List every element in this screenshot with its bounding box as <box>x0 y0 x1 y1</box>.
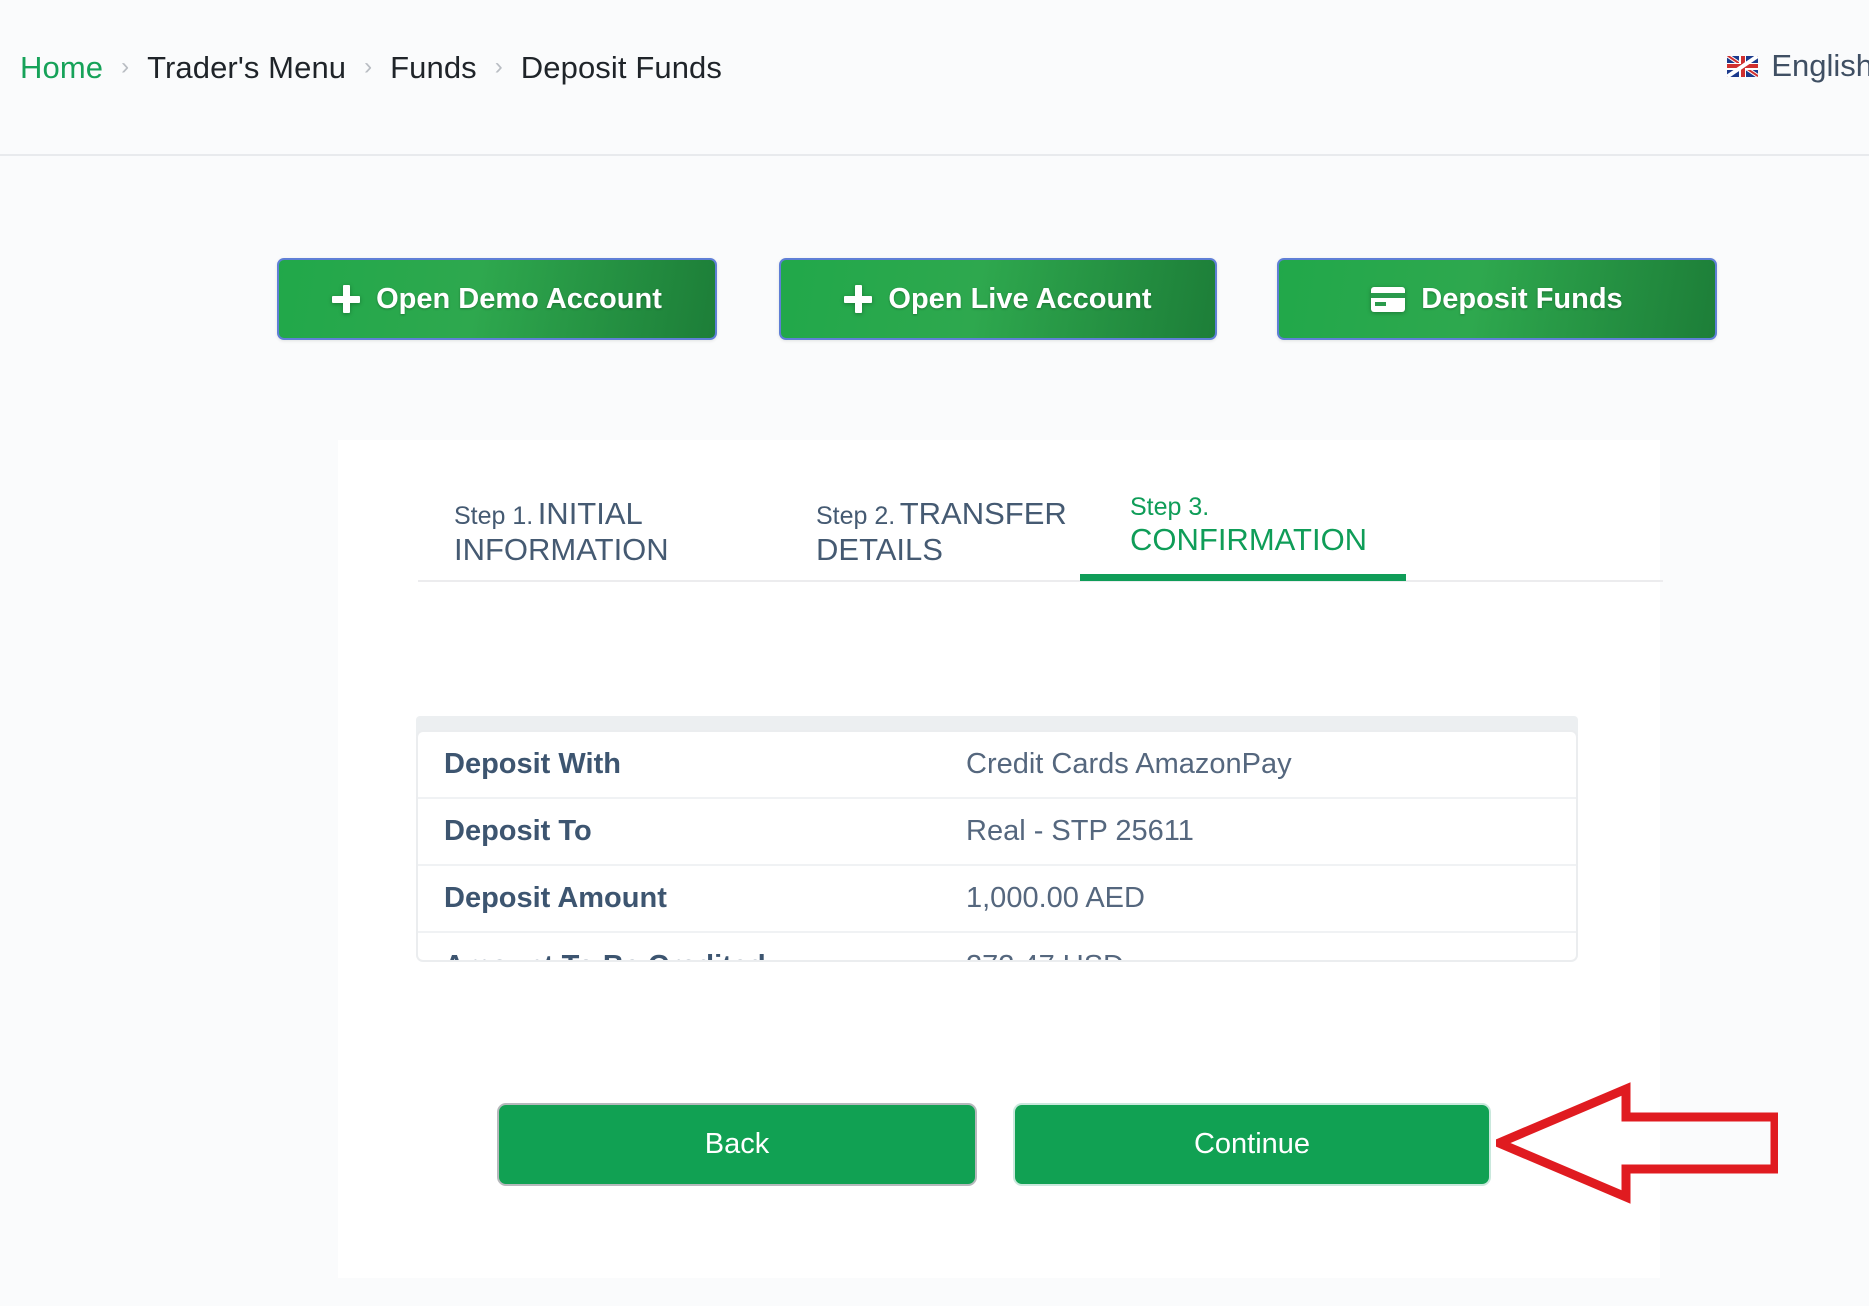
open-demo-account-button[interactable]: Open Demo Account <box>277 258 717 340</box>
table-row: Deposit With Credit Cards AmazonPay <box>418 732 1576 799</box>
open-live-account-button[interactable]: Open Live Account <box>779 258 1217 340</box>
open-demo-account-label: Open Demo Account <box>376 283 662 316</box>
table-row: Amount To Be Credited 272.47 USD <box>418 933 1576 962</box>
continue-button[interactable]: Continue <box>1013 1103 1491 1186</box>
deposit-funds-button[interactable]: Deposit Funds <box>1277 258 1717 340</box>
tab-step-1-initial-information[interactable]: Step 1. INITIAL INFORMATION <box>454 496 724 569</box>
breadcrumb-item-deposit-funds: Deposit Funds <box>521 50 722 86</box>
continue-button-label: Continue <box>1194 1128 1310 1161</box>
tab-step-3-number: Step 3. <box>1130 493 1209 521</box>
summary-label-deposit-amount: Deposit Amount <box>444 882 966 915</box>
active-tab-indicator <box>1080 574 1406 581</box>
deposit-funds-label: Deposit Funds <box>1421 283 1622 316</box>
breadcrumb: Home › Trader's Menu › Funds › Deposit F… <box>20 50 722 86</box>
tab-step-1-number: Step 1. <box>454 502 533 530</box>
open-live-account-label: Open Live Account <box>888 283 1151 316</box>
breadcrumb-item-home[interactable]: Home <box>20 50 103 86</box>
summary-label-amount-to-be-credited: Amount To Be Credited <box>444 950 966 962</box>
back-button-label: Back <box>705 1128 769 1161</box>
back-button[interactable]: Back <box>497 1103 977 1186</box>
summary-value-deposit-amount: 1,000.00 AED <box>966 882 1145 915</box>
language-selector[interactable]: English <box>1727 48 1869 84</box>
summary-label-deposit-with: Deposit With <box>444 748 966 781</box>
summary-value-amount-to-be-credited: 272.47 USD <box>966 950 1124 962</box>
breadcrumb-item-funds[interactable]: Funds <box>390 50 477 86</box>
deposit-funds-page: Home › Trader's Menu › Funds › Deposit F… <box>0 0 1869 1306</box>
plus-icon <box>844 285 872 313</box>
tabs-divider <box>418 580 1663 582</box>
summary-value-deposit-with: Credit Cards AmazonPay <box>966 748 1292 781</box>
page-header: Home › Trader's Menu › Funds › Deposit F… <box>0 0 1869 156</box>
plus-icon <box>332 285 360 313</box>
summary-value-deposit-to: Real - STP 25611 <box>966 815 1194 848</box>
tab-step-3-confirmation[interactable]: Step 3. CONFIRMATION <box>1130 493 1370 559</box>
tab-step-2-transfer-details[interactable]: Step 2. TRANSFER DETAILS <box>816 496 1076 569</box>
credit-card-icon <box>1371 287 1405 312</box>
uk-flag-icon <box>1727 56 1758 77</box>
wizard-tabs: Step 1. INITIAL INFORMATION Step 2. TRAN… <box>418 440 1663 585</box>
breadcrumb-separator-icon: › <box>121 55 129 79</box>
tab-step-2-number: Step 2. <box>816 502 895 530</box>
tab-step-3-label: CONFIRMATION <box>1130 522 1367 557</box>
language-label: English <box>1771 48 1869 84</box>
breadcrumb-separator-icon: › <box>364 55 372 79</box>
summary-label-deposit-to: Deposit To <box>444 815 966 848</box>
table-row: Deposit To Real - STP 25611 <box>418 799 1576 866</box>
deposit-summary-table: Deposit With Credit Cards AmazonPay Depo… <box>416 730 1578 962</box>
breadcrumb-separator-icon: › <box>495 55 503 79</box>
table-row: Deposit Amount 1,000.00 AED <box>418 866 1576 933</box>
breadcrumb-item-traders-menu[interactable]: Trader's Menu <box>147 50 346 86</box>
